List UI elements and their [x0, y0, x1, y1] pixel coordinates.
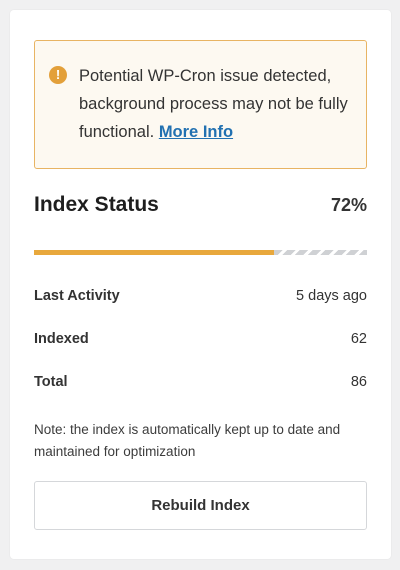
- total-value: 86: [350, 374, 367, 390]
- indexed-label: Indexed: [34, 331, 89, 347]
- more-info-link[interactable]: More Info: [159, 123, 233, 141]
- index-status-card: ! Potential WP-Cron issue detected, back…: [10, 10, 391, 559]
- last-activity-label: Last Activity: [34, 288, 120, 304]
- index-status-header: Index Status 72%: [34, 193, 367, 223]
- exclamation-circle-icon: !: [49, 66, 67, 84]
- stat-row-last-activity: Last Activity 5 days ago: [34, 288, 367, 308]
- index-progress-percent: 72%: [330, 195, 367, 215]
- total-label: Total: [34, 374, 68, 390]
- index-note: Note: the index is automatically kept up…: [34, 422, 341, 459]
- index-progress-fill: [34, 250, 274, 255]
- warning-text: Potential WP-Cron issue detected, backgr…: [79, 62, 352, 146]
- stat-row-total: Total 86: [34, 374, 367, 394]
- stat-row-indexed: Indexed 62: [34, 331, 367, 351]
- last-activity-value: 5 days ago: [296, 288, 367, 304]
- index-progress-bar: [34, 250, 367, 255]
- wp-cron-warning-notice: ! Potential WP-Cron issue detected, back…: [34, 40, 367, 169]
- index-status-title: Index Status: [34, 193, 159, 216]
- rebuild-index-button[interactable]: Rebuild Index: [34, 481, 367, 530]
- indexed-value: 62: [350, 331, 367, 347]
